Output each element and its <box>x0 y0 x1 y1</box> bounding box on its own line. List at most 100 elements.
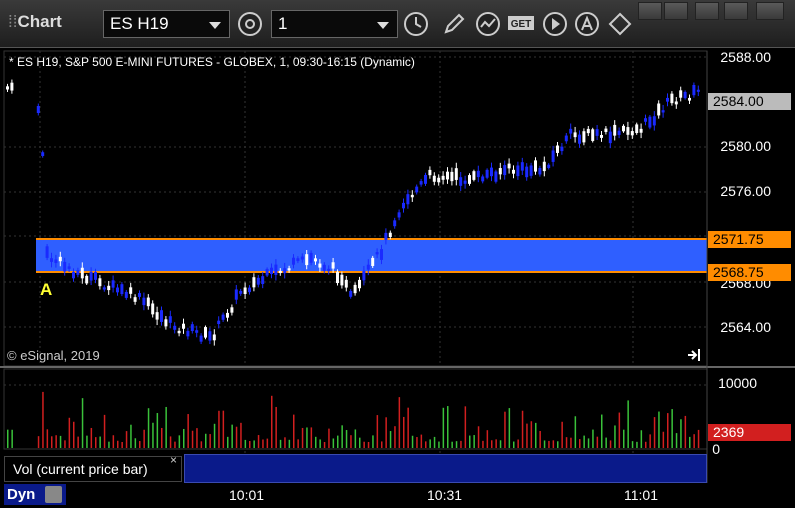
clock-icon[interactable] <box>402 10 430 38</box>
close-button[interactable] <box>756 2 784 20</box>
candle <box>248 287 251 293</box>
play-icon[interactable] <box>541 10 569 38</box>
volume-bar <box>191 430 194 448</box>
candle <box>573 132 577 138</box>
volume-bar <box>196 428 198 448</box>
candle <box>6 86 9 90</box>
volume-bar <box>658 411 660 448</box>
candle <box>305 254 309 266</box>
candle <box>538 167 542 175</box>
chevron-down-icon[interactable] <box>209 22 221 29</box>
volume-bar <box>526 423 528 448</box>
candle <box>221 314 225 320</box>
candle <box>278 270 282 274</box>
volume-bar <box>552 440 555 448</box>
marker-label[interactable]: A <box>40 280 52 300</box>
volume-bar <box>59 435 62 448</box>
candle <box>463 180 467 184</box>
restore-button[interactable] <box>664 2 688 20</box>
candle <box>556 145 559 153</box>
volume-bar <box>543 440 546 448</box>
lock-icon[interactable] <box>45 486 62 503</box>
volume-bar <box>420 434 423 448</box>
volume-bar <box>689 436 691 448</box>
study-icon[interactable] <box>474 10 502 38</box>
volume-bar <box>46 429 49 448</box>
volume-bar <box>161 427 163 448</box>
volume-bar <box>262 439 264 448</box>
svg-text:GET: GET <box>511 19 532 30</box>
price-axis-label: 2576.00 <box>720 183 771 199</box>
candle <box>102 287 106 290</box>
candle <box>525 166 529 178</box>
candle <box>410 194 414 198</box>
candle <box>353 284 357 294</box>
candle <box>424 174 427 184</box>
time-axis-label: 10:01 <box>229 487 265 503</box>
candle <box>564 135 568 142</box>
candle <box>617 130 621 135</box>
volume-bar <box>200 441 203 448</box>
volume-axis-label: 10000 <box>718 375 757 391</box>
volume-bar <box>403 416 405 448</box>
candle <box>270 267 273 275</box>
candle <box>507 163 511 169</box>
volume-bar <box>306 427 308 448</box>
symbol-input[interactable]: ES H19 <box>103 10 230 38</box>
candle <box>432 175 436 182</box>
chevron-down-icon[interactable] <box>377 22 389 29</box>
price-chart[interactable] <box>0 49 795 508</box>
candle <box>54 259 58 264</box>
volume-study-label[interactable]: Vol (current price bar) <box>4 456 182 482</box>
link-icon[interactable] <box>606 10 634 38</box>
minimize-button[interactable] <box>695 2 719 20</box>
candle <box>283 268 287 274</box>
candle <box>10 82 14 91</box>
volume-bar <box>77 436 79 448</box>
get-icon[interactable]: GET <box>506 10 536 38</box>
candle <box>318 263 322 268</box>
price-zone[interactable] <box>36 239 707 272</box>
volume-bar <box>491 440 493 448</box>
volume-bar <box>315 436 317 448</box>
candle <box>94 271 97 280</box>
volume-bar <box>609 440 612 448</box>
candle <box>116 287 119 293</box>
candle <box>516 165 520 177</box>
volume-current-tag: 2369 <box>708 424 791 441</box>
menu-button[interactable] <box>638 2 662 20</box>
candle <box>195 330 199 333</box>
candle <box>476 170 480 178</box>
close-icon[interactable]: × <box>170 453 177 467</box>
candle <box>309 252 313 263</box>
candle <box>226 312 229 318</box>
candle <box>336 271 339 284</box>
candle <box>199 335 203 342</box>
candle <box>142 297 146 306</box>
alert-icon[interactable] <box>573 10 601 38</box>
volume-bar <box>433 436 436 448</box>
candle <box>151 303 155 315</box>
candle <box>683 91 687 99</box>
candle <box>679 90 683 98</box>
volume-bar <box>266 438 269 448</box>
volume-bar <box>389 431 392 448</box>
candle <box>292 257 295 265</box>
pencil-icon[interactable] <box>440 10 468 38</box>
maximize-button[interactable] <box>724 2 748 20</box>
volume-bar <box>156 413 159 448</box>
candle <box>230 307 234 313</box>
volume-bar <box>486 430 489 448</box>
candle <box>274 264 278 276</box>
volume-bar <box>574 416 577 448</box>
chart-area[interactable]: * ES H19, S&P 500 E-MINI FUTURES - GLOBE… <box>0 49 795 508</box>
volume-bar <box>249 441 251 448</box>
candle <box>512 169 515 174</box>
volume-bar <box>205 433 207 448</box>
volume-bar <box>130 424 132 448</box>
volume-bar <box>517 439 519 448</box>
interval-input[interactable]: 1 <box>271 10 398 38</box>
settings-icon[interactable] <box>236 10 264 38</box>
candle <box>380 249 383 260</box>
volume-bar <box>354 429 357 448</box>
